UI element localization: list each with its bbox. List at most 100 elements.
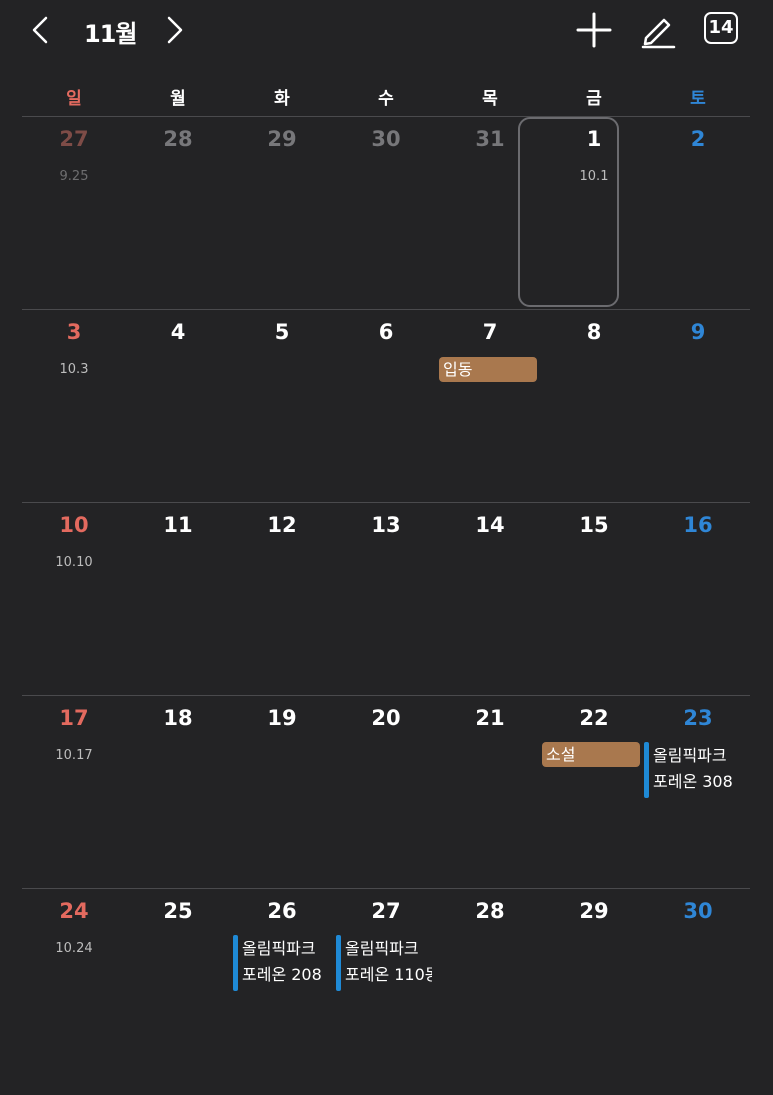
event-color-bar: [644, 742, 649, 798]
lunar-date: 10.24: [55, 941, 93, 956]
chevron-left-icon: [32, 16, 48, 44]
event-color-bar: [336, 935, 341, 991]
day-number: 19: [267, 706, 297, 730]
day-cell[interactable]: 31: [438, 117, 542, 309]
day-cell[interactable]: 28: [126, 117, 230, 309]
day-number: 7: [482, 320, 498, 344]
day-number: 31: [475, 127, 505, 151]
day-cell[interactable]: 12: [230, 503, 334, 695]
day-number: 24: [59, 899, 89, 923]
day-number: 11: [163, 513, 193, 537]
day-cell[interactable]: 9: [646, 310, 750, 502]
day-cell[interactable]: 7: [438, 310, 542, 502]
edit-button[interactable]: [638, 10, 678, 50]
day-cell[interactable]: 13: [334, 503, 438, 695]
day-cell[interactable]: 8: [542, 310, 646, 502]
week-row: 17 10.17 18 19 20 21 22 23 소설 올림픽파크 포레온 30…: [22, 695, 750, 888]
day-cell[interactable]: 4: [126, 310, 230, 502]
event-title: 올림픽파크 포레온 110동: [345, 939, 432, 984]
plus-icon: [576, 12, 612, 48]
day-number: 18: [163, 706, 193, 730]
day-cell[interactable]: 19: [230, 696, 334, 888]
day-cell[interactable]: 15: [542, 503, 646, 695]
day-number: 17: [59, 706, 89, 730]
weekday-sat: 토: [690, 89, 706, 109]
day-number: 26: [267, 899, 297, 923]
top-bar: 11월 14: [0, 0, 773, 62]
day-number: 13: [371, 513, 401, 537]
day-cell[interactable]: 29: [230, 117, 334, 309]
event-schedule-26[interactable]: 올림픽파크 포레온 208: [233, 935, 329, 991]
day-number: 29: [267, 127, 297, 151]
month-title: 11월: [84, 20, 137, 48]
day-cell[interactable]: 28: [438, 889, 542, 1081]
day-number: 15: [579, 513, 609, 537]
day-cell[interactable]: 2: [646, 117, 750, 309]
next-month-button[interactable]: [156, 12, 192, 48]
week-row: 27 9.25 28 29 30 31 1 10.1 2: [22, 116, 750, 309]
day-number: 30: [371, 127, 401, 151]
day-cell[interactable]: 5: [230, 310, 334, 502]
day-cell[interactable]: 17 10.17: [22, 696, 126, 888]
day-cell[interactable]: 27 9.25: [22, 117, 126, 309]
event-color-bar: [233, 935, 238, 991]
day-number: 16: [683, 513, 713, 537]
day-cell[interactable]: 1 10.1: [542, 117, 646, 309]
day-cell[interactable]: 20: [334, 696, 438, 888]
lunar-date: 10.1: [579, 169, 609, 184]
prev-month-button[interactable]: [24, 12, 60, 48]
day-number: 6: [378, 320, 394, 344]
day-number: 1: [586, 127, 602, 151]
day-cell[interactable]: 24 10.24: [22, 889, 126, 1081]
event-ipdong[interactable]: 입동: [439, 357, 537, 382]
weekday-tue: 화: [274, 89, 290, 109]
weekday-wed: 수: [378, 89, 394, 109]
day-cell[interactable]: 18: [126, 696, 230, 888]
week-row: 10 10.10 11 12 13 14 15 16: [22, 502, 750, 695]
weekday-header: 일 월 화 수 목 금 토: [22, 84, 750, 110]
day-cell[interactable]: 11: [126, 503, 230, 695]
day-cell[interactable]: 30: [646, 889, 750, 1081]
lunar-date: 10.3: [59, 362, 89, 377]
week-row: 24 10.24 25 26 27 28 29 30 올림픽파크 포레온 208 올…: [22, 888, 750, 1081]
day-number: 27: [59, 127, 89, 151]
day-number: 2: [690, 127, 706, 151]
day-cell[interactable]: 25: [126, 889, 230, 1081]
day-number: 27: [371, 899, 401, 923]
day-number: 5: [274, 320, 290, 344]
day-cell[interactable]: 22: [542, 696, 646, 888]
day-cell[interactable]: 16: [646, 503, 750, 695]
day-cell[interactable]: 30: [334, 117, 438, 309]
weekday-sun: 일: [66, 89, 82, 109]
day-cell[interactable]: 3 10.3: [22, 310, 126, 502]
weekday-thu: 목: [482, 89, 498, 109]
event-title: 올림픽파크 포레온 208: [242, 939, 322, 984]
event-title: 올림픽파크 포레온 308: [653, 746, 733, 791]
day-cell[interactable]: 6: [334, 310, 438, 502]
day-cell[interactable]: 29: [542, 889, 646, 1081]
day-number: 10: [59, 513, 89, 537]
day-cell[interactable]: 14: [438, 503, 542, 695]
lunar-date: 10.10: [55, 555, 93, 570]
day-number: 25: [163, 899, 193, 923]
weekday-mon: 월: [170, 89, 186, 109]
day-number: 9: [690, 320, 706, 344]
day-number: 8: [586, 320, 602, 344]
day-cell[interactable]: 10 10.10: [22, 503, 126, 695]
day-number: 22: [579, 706, 609, 730]
day-number: 12: [267, 513, 297, 537]
day-number: 23: [683, 706, 713, 730]
day-cell[interactable]: 21: [438, 696, 542, 888]
event-schedule-27[interactable]: 올림픽파크 포레온 110동: [336, 935, 432, 991]
week-row: 3 10.3 4 5 6 7 8 9 입동: [22, 309, 750, 502]
event-soseol[interactable]: 소설: [542, 742, 640, 767]
event-schedule-23[interactable]: 올림픽파크 포레온 308: [644, 742, 740, 798]
day-number: 4: [170, 320, 186, 344]
add-event-button[interactable]: [574, 10, 614, 50]
day-number: 20: [371, 706, 401, 730]
today-button[interactable]: 14: [704, 12, 738, 44]
day-number: 28: [475, 899, 505, 923]
day-number: 28: [163, 127, 193, 151]
day-number: 29: [579, 899, 609, 923]
day-number: 14: [475, 513, 505, 537]
